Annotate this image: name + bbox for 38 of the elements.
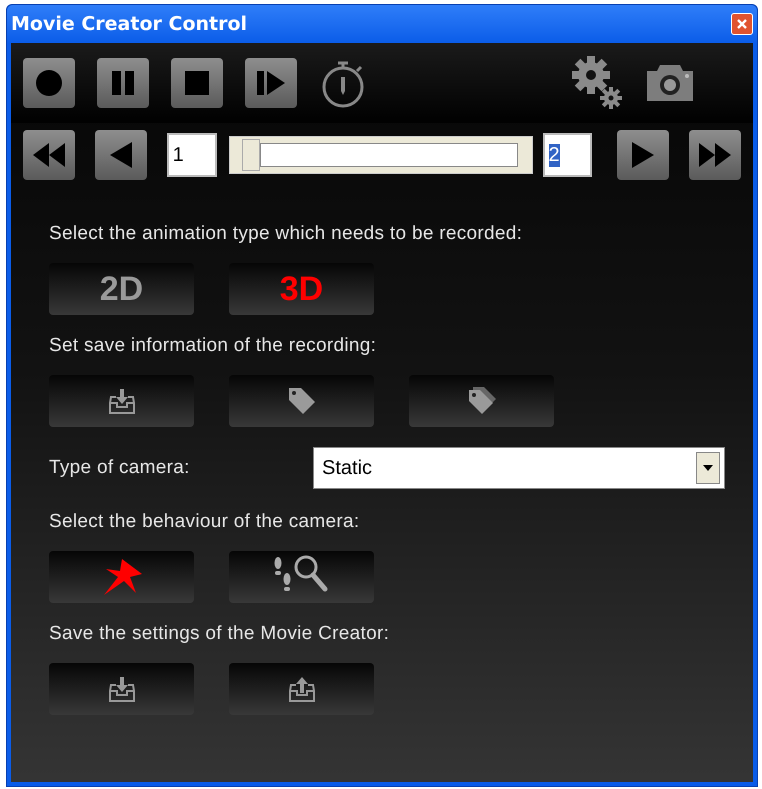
pin-button[interactable] xyxy=(49,551,194,603)
settings-button[interactable] xyxy=(571,55,623,111)
previous-frame-button[interactable] xyxy=(94,130,147,180)
window-title: Movie Creator Control xyxy=(11,13,248,35)
step-button[interactable] xyxy=(245,58,297,108)
mode-button[interactable]: 2D xyxy=(49,263,194,315)
download-tray-button[interactable] xyxy=(49,375,194,427)
camera-button[interactable] xyxy=(645,63,695,103)
slider-thumb[interactable] xyxy=(242,139,260,171)
camera-type-dropdown[interactable]: Static xyxy=(313,447,725,489)
stop-button[interactable] xyxy=(171,58,223,108)
close-icon[interactable] xyxy=(735,17,749,31)
record-button[interactable] xyxy=(23,58,75,108)
close-button[interactable] xyxy=(731,13,753,35)
next-frame-button[interactable] xyxy=(617,130,670,180)
section-label: Select the animation type which needs to be recorded: xyxy=(49,223,524,245)
section-label: Save the settings of the Movie Creator: xyxy=(49,623,390,645)
frame-slider[interactable] xyxy=(228,136,533,174)
section-label: Set save information of the recording: xyxy=(49,335,378,357)
section-label: Select the behaviour of the camera: xyxy=(49,511,360,533)
section-label: Type of camera: xyxy=(49,457,191,479)
download-tray-button[interactable] xyxy=(49,663,194,715)
mode-button[interactable]: 3D xyxy=(229,263,374,315)
tag-icon[interactable] xyxy=(286,386,316,416)
tags-button[interactable] xyxy=(409,375,554,427)
record-icon[interactable] xyxy=(33,67,65,99)
last-frame-button[interactable] xyxy=(689,130,741,180)
footsteps-search-button[interactable] xyxy=(229,551,374,603)
pause-button[interactable] xyxy=(97,58,149,108)
start-frame-field[interactable]: 1 xyxy=(166,133,217,177)
upload-icon[interactable] xyxy=(288,675,316,703)
upload-tray-button[interactable] xyxy=(229,663,374,715)
tag-button[interactable] xyxy=(229,375,374,427)
download-icon[interactable] xyxy=(108,387,136,415)
download-icon[interactable] xyxy=(108,675,136,703)
end-frame-field[interactable]: 2 xyxy=(542,133,592,177)
first-frame-button[interactable] xyxy=(23,130,75,180)
tags-icon[interactable] xyxy=(466,386,496,416)
